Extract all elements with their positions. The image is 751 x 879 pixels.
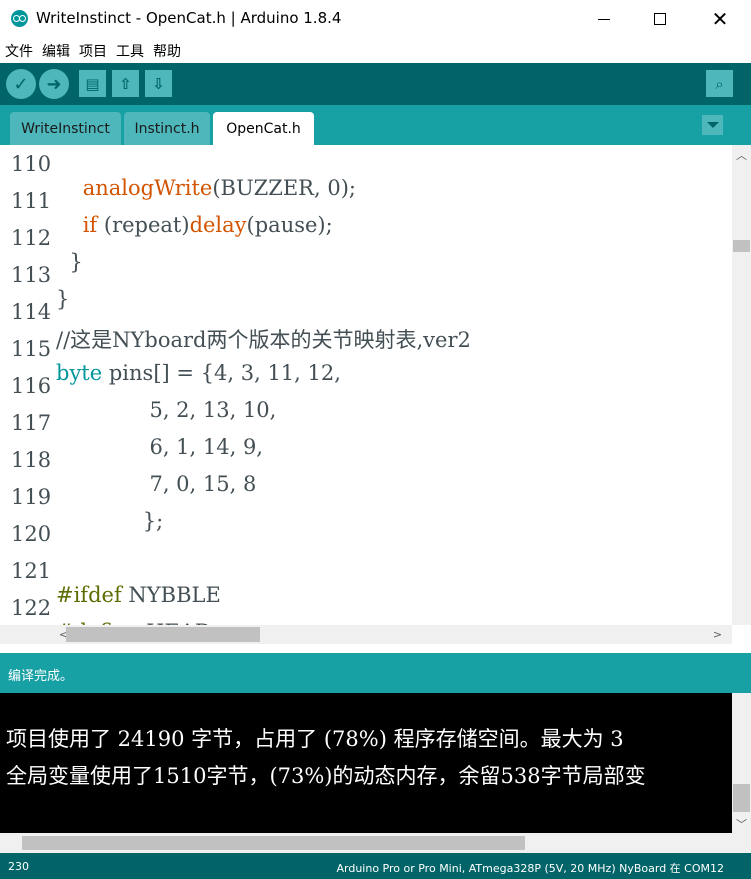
close-icon: ✕ [711,7,729,31]
checkmark-icon: ✓ [13,73,29,95]
title-bar: WriteInstinct - OpenCat.h | Arduino 1.8.… [0,0,751,38]
arrow-up-icon: ⇧ [119,74,132,93]
toolbar: ✓ ➜ ▤ ⇧ ⇩ ⌕ [0,63,751,105]
bottom-status-bar: 230 Arduino Pro or Pro Mini, ATmega328P … [0,853,751,879]
scroll-down-icon[interactable]: ﹀ [732,814,751,833]
console-horizontal-scrollbar[interactable] [0,833,732,853]
console-line: 项目使用了 24190 字节，占用了 (78%) 程序存储空间。最大为 3 [6,727,624,751]
menu-file[interactable]: 文件 [5,41,33,61]
menu-edit[interactable]: 编辑 [42,41,70,61]
code-line: 120 [0,498,732,546]
scrollbar-thumb[interactable] [733,784,750,812]
magnifier-icon: ⌕ [715,74,724,93]
maximize-icon [654,13,666,25]
close-button[interactable]: ✕ [692,0,748,38]
window-title: WriteInstinct - OpenCat.h | Arduino 1.8.… [36,9,342,27]
menu-sketch[interactable]: 项目 [79,41,107,61]
code-line: 111 if (repeat)delay(pause); [0,165,732,237]
code-line: 122 #define HEAD [0,572,732,625]
console-line: 全局变量使用了1510字节，(73%)的动态内存，余留538字节局部变 [6,764,646,788]
arduino-logo-icon [11,10,28,27]
editor-vertical-scrollbar[interactable]: ︿ [732,145,751,625]
tab-label: WriteInstinct [21,120,110,137]
scroll-up-icon[interactable]: ︿ [732,145,751,164]
scrollbar-thumb[interactable] [66,627,260,642]
board-info: Arduino Pro or Pro Mini, ATmega328P (5V,… [336,862,724,875]
console-vertical-scrollbar[interactable]: ﹀ [732,693,751,833]
code-line: 113 } [0,239,732,311]
menu-tools[interactable]: 工具 [116,41,144,61]
tab-label: Instinct.h [134,120,200,137]
code-area[interactable]: 110 analogWrite(BUZZER, 0); 111 if (repe… [0,145,732,625]
code-editor[interactable]: 110 analogWrite(BUZZER, 0); 111 if (repe… [0,145,751,645]
code-line: 117 6, 1, 14, 9, [0,387,732,459]
code-line: 121 #ifdef NYBBLE [0,535,732,607]
code-line: 119 }; [0,461,732,533]
tab-instinct-h[interactable]: Instinct.h [124,112,210,145]
status-bar: 编译完成。 [0,653,751,693]
divider [0,645,751,653]
new-button[interactable]: ▤ [79,70,106,97]
serial-monitor-button[interactable]: ⌕ [706,70,733,97]
tab-menu-button[interactable] [702,115,723,135]
verify-button[interactable]: ✓ [6,69,36,99]
current-line-number: 230 [8,860,29,873]
console-output[interactable]: 项目使用了 24190 字节，占用了 (78%) 程序存储空间。最大为 3 全局… [0,693,751,853]
code-line: 115 byte pins[] = {4, 3, 11, 12, [0,313,732,385]
menu-bar: 文件 编辑 项目 工具 帮助 [0,38,751,63]
arrow-down-icon: ⇩ [152,74,165,93]
scrollbar-thumb[interactable] [22,836,525,850]
scrollbar-corner [732,833,751,853]
code-line: 116 5, 2, 13, 10, [0,350,732,422]
code-line: 112 } [0,202,732,274]
scroll-right-icon[interactable]: > [708,625,727,644]
open-button[interactable]: ⇧ [112,70,139,97]
tab-bar: WriteInstinct Instinct.h OpenCat.h [0,105,751,145]
maximize-button[interactable] [632,0,688,38]
chevron-down-icon [706,122,719,128]
tab-opencat-h[interactable]: OpenCat.h [213,112,314,145]
code-line: 118 7, 0, 15, 8 [0,424,732,496]
menu-help[interactable]: 帮助 [153,41,181,61]
code-line: 123 #define TAIL [0,609,732,625]
arrow-right-icon: ➜ [46,73,62,95]
save-button[interactable]: ⇩ [145,70,172,97]
scrollbar-thumb[interactable] [733,240,750,252]
code-line: 114 //这是NYboard两个版本的关节映射表,ver2 [0,276,732,352]
minimize-icon [598,18,610,20]
upload-button[interactable]: ➜ [39,69,69,99]
tab-writeinstinct[interactable]: WriteInstinct [10,112,121,145]
new-file-icon: ▤ [85,74,100,93]
status-message: 编译完成。 [8,669,74,684]
minimize-button[interactable] [576,0,632,38]
code-line: 110 analogWrite(BUZZER, 0); [0,145,732,200]
editor-horizontal-scrollbar[interactable]: < > [0,625,732,644]
tab-label: OpenCat.h [226,120,301,137]
